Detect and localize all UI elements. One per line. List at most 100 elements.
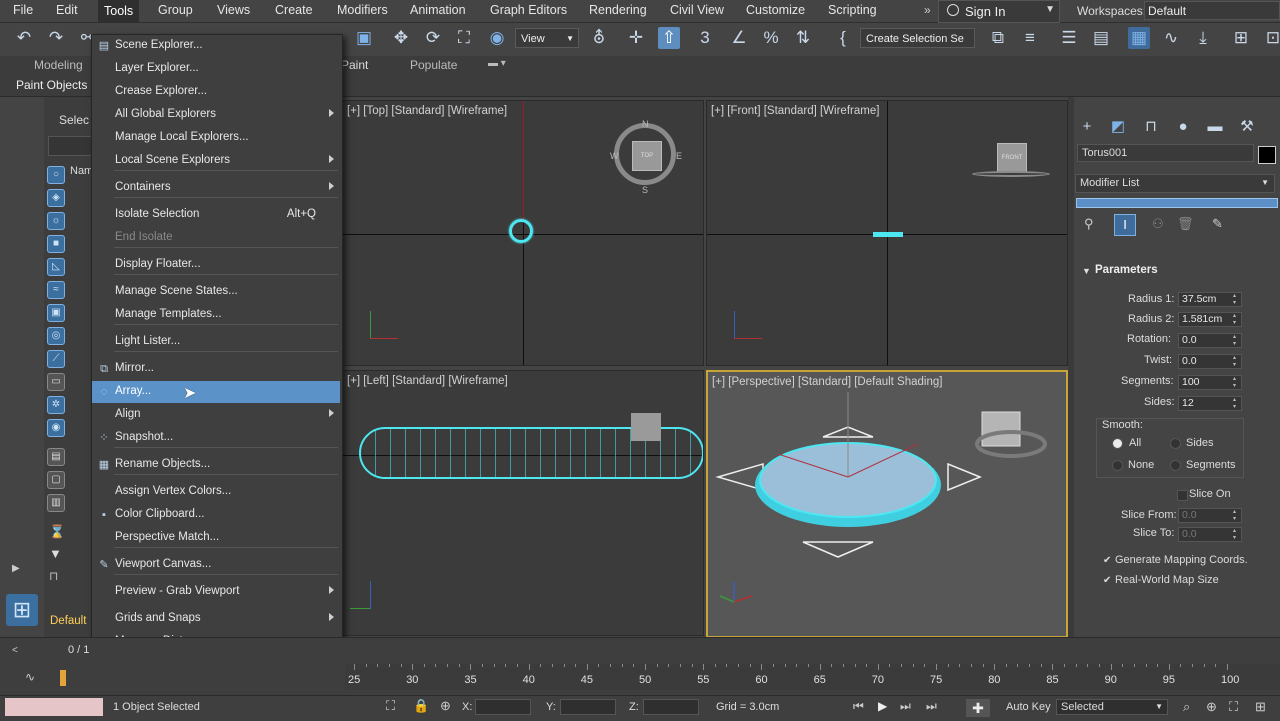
filter-funnel-icon[interactable]: ▼ [49, 546, 62, 561]
auto-key-button[interactable]: Auto Key [1006, 701, 1051, 713]
selected-key-filter-dropdown[interactable]: Selected ▼ [1056, 699, 1168, 715]
sign-in-button[interactable]: Sign In ▼ [938, 0, 1060, 23]
slice-to-spinner[interactable]: 0.0 [1178, 527, 1242, 542]
radius2-spinner[interactable]: 1.581cm [1178, 312, 1242, 327]
menu-item-local-scene-explorers[interactable]: Local Scene Explorers [92, 150, 340, 172]
viewport-left[interactable]: [+] [Left] [Standard] [Wireframe] [342, 370, 704, 636]
filter-shapes-icon[interactable]: ◈ [47, 189, 65, 207]
smooth-sides-radio[interactable] [1170, 438, 1181, 449]
menu-item-all-global-explorers[interactable]: All Global Explorers [92, 104, 340, 126]
select-region-icon[interactable]: ▣ [353, 27, 375, 49]
menu-item-preview-grab-viewport[interactable]: Preview - Grab Viewport [92, 581, 340, 603]
maxscript-listener-mini[interactable] [5, 698, 103, 716]
menu-civil-view[interactable]: Civil View [670, 3, 724, 17]
filter-cameras-icon[interactable]: ■ [47, 235, 65, 253]
menu-item-assign-vertex-colors[interactable]: Assign Vertex Colors... [92, 481, 340, 503]
smooth-segments-label[interactable]: Segments [1186, 459, 1236, 471]
snaps-toggle-icon[interactable]: 3 [694, 27, 716, 49]
menu-tools[interactable]: Tools [98, 0, 140, 22]
menu-item-layer-explorer[interactable]: Layer Explorer... [92, 58, 340, 80]
gen-mapping-label[interactable]: Generate Mapping Coords. [1115, 554, 1248, 566]
modifier-list-dropdown[interactable]: Modifier List ▼ [1075, 174, 1275, 193]
x-coord-field[interactable] [475, 699, 531, 715]
layer-explorer-icon[interactable]: ▤ [1090, 27, 1112, 49]
scene-explorer-select-menu[interactable]: Selec [59, 113, 89, 127]
curve-editor-icon[interactable]: ∿ [1160, 27, 1182, 49]
select-move-icon[interactable]: ✥ [390, 27, 412, 49]
filter-lights-icon[interactable]: ☼ [47, 212, 65, 230]
slice-from-spinner[interactable]: 0.0 [1178, 508, 1242, 523]
parameters-rollout-title[interactable]: Parameters [1095, 264, 1158, 276]
select-manipulate-icon[interactable]: ✛ [625, 27, 647, 49]
menu-customize[interactable]: Customize [746, 3, 805, 17]
viewcube-front[interactable]: FRONT [997, 143, 1027, 173]
rollout-collapse-icon[interactable]: ▼ [1082, 266, 1091, 276]
go-to-start-icon[interactable]: ⏮ [853, 699, 864, 714]
time-slider-frame[interactable]: 0 / 1 [68, 644, 89, 656]
redo-icon[interactable]: ↷ [45, 27, 67, 49]
filter-visibility-icon[interactable]: ◉ [47, 419, 65, 437]
zoom-extents-icon[interactable]: ⛶ [1229, 699, 1238, 715]
next-frame-icon[interactable]: ⏭ [900, 699, 911, 714]
field-of-view-icon[interactable]: ⊞ [1255, 699, 1266, 715]
menu-item-display-floater[interactable]: Display Floater... [92, 254, 340, 276]
gen-mapping-checkbox[interactable]: ✔ [1103, 556, 1113, 566]
mirror-tool-icon[interactable]: ⧉ [987, 27, 1009, 49]
menu-edit[interactable]: Edit [56, 3, 78, 17]
viewport-front[interactable]: FRONT [+] [Front] [Standard] [Wireframe] [706, 100, 1068, 366]
menu-item-containers[interactable]: Containers [92, 177, 340, 199]
filter-spacewarps-icon[interactable]: ≈ [47, 281, 65, 299]
menu-file[interactable]: File [13, 3, 33, 17]
filter-particles-icon[interactable]: ✲ [47, 396, 65, 414]
time-track[interactable]: 25 30 35 40 45 50 55 60 65 70 75 80 85 90 95 100 [345, 664, 1280, 690]
y-coord-field[interactable] [560, 699, 616, 715]
render-setup-icon[interactable]: ⊡ [1262, 27, 1280, 49]
undo-icon[interactable]: ↶ [13, 27, 35, 49]
zoom-all-icon[interactable]: ⊕ [1206, 699, 1217, 715]
absolute-mode-icon[interactable]: ⊕ [440, 698, 451, 714]
align-tool-icon[interactable]: ≡ [1019, 27, 1041, 49]
menu-views[interactable]: Views [217, 3, 250, 17]
percent-snap-icon[interactable]: % [760, 27, 782, 49]
menu-item-viewport-canvas[interactable]: ✎ Viewport Canvas... [92, 554, 340, 576]
menu-item-end-isolate[interactable]: End Isolate [92, 227, 340, 249]
play-icon[interactable]: ▶ [878, 699, 887, 713]
segments-spinner[interactable]: 100 [1178, 375, 1242, 390]
real-world-label[interactable]: Real-World Map Size [1115, 574, 1219, 586]
menu-item-isolate-selection[interactable]: Isolate Selection Alt+Q [92, 204, 340, 226]
slice-on-label[interactable]: Slice On [1189, 488, 1231, 500]
place-icon[interactable]: ◉ [486, 27, 508, 49]
display-none-icon[interactable]: ▢ [47, 471, 65, 489]
zoom-icon[interactable]: ⌕ [1183, 699, 1190, 715]
smooth-sides-label[interactable]: Sides [1186, 437, 1214, 449]
ribbon-tab-paint[interactable]: Paint [341, 58, 368, 72]
menu-group[interactable]: Group [158, 3, 193, 17]
radius1-spinner[interactable]: 37.5cm [1178, 292, 1242, 307]
go-to-end-icon[interactable]: ⏭ [926, 699, 937, 714]
menu-item-manage-scene-states[interactable]: Manage Scene States... [92, 281, 340, 303]
filter-geometry-icon[interactable]: ○ [47, 166, 65, 184]
default-layer-label[interactable]: Default [50, 615, 86, 627]
menu-scripting[interactable]: Scripting [828, 3, 877, 17]
make-unique-icon[interactable]: ⚇ [1152, 216, 1164, 232]
name-column-header[interactable]: Nam [70, 165, 93, 177]
viewport-left-label[interactable]: [+] [Left] [Standard] [Wireframe] [347, 375, 508, 387]
ribbon-options-icon[interactable]: ▬ ▾ [488, 58, 506, 69]
set-key-icon[interactable]: ✚ [966, 699, 990, 717]
create-tab-icon[interactable]: + [1077, 118, 1097, 136]
viewport-layout-icon[interactable]: ⊞ [6, 594, 38, 626]
filter-xrefs-icon[interactable]: ◎ [47, 327, 65, 345]
viewport-top[interactable]: TOP N S E W [+] [Top] [Standard] [Wirefr… [342, 100, 704, 366]
pin-stack-icon[interactable]: ⚲ [1084, 216, 1094, 232]
viewcube-left[interactable] [631, 413, 661, 441]
menu-item-perspective-match[interactable]: Perspective Match... [92, 527, 340, 549]
pivot-icon[interactable]: ⛢ [588, 27, 610, 49]
menu-modifiers[interactable]: Modifiers [337, 3, 388, 17]
real-world-checkbox[interactable]: ✔ [1103, 576, 1113, 586]
modifier-stack-selected[interactable] [1076, 198, 1278, 208]
menu-graph-editors[interactable]: Graph Editors [490, 3, 567, 17]
select-rotate-icon[interactable]: ⟳ [422, 27, 444, 49]
viewport-front-label[interactable]: [+] [Front] [Standard] [Wireframe] [711, 105, 879, 117]
rotation-spinner[interactable]: 0.0 [1178, 333, 1242, 348]
select-scale-icon[interactable]: ⛶ [453, 27, 475, 49]
